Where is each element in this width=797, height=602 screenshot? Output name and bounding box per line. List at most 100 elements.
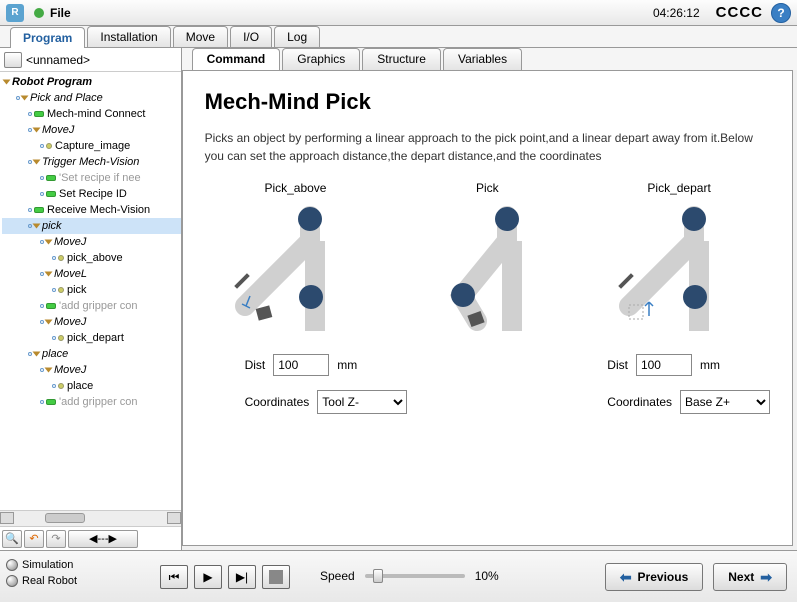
diagram-label-depart: Pick_depart <box>588 181 770 195</box>
speed-slider[interactable] <box>365 574 465 578</box>
sub-tab-variables[interactable]: Variables <box>443 48 522 70</box>
tree-node[interactable]: 'add gripper con <box>2 298 181 314</box>
tree-node[interactable]: MoveL <box>2 266 181 282</box>
program-tree[interactable]: Robot ProgramPick and PlaceMech-mind Con… <box>0 72 181 510</box>
diagram-label-pick: Pick <box>396 181 578 195</box>
tree-node[interactable]: pick_above <box>2 250 181 266</box>
move-step-button[interactable]: ◀---▶ <box>68 530 138 548</box>
tri-icon <box>45 368 53 373</box>
previous-button[interactable]: ⬅Previous <box>605 563 703 591</box>
grn-icon <box>34 111 44 117</box>
depart-dist-input[interactable] <box>636 354 692 376</box>
speed-value: 10% <box>475 569 499 583</box>
tree-node[interactable]: Robot Program <box>2 74 181 90</box>
tree-node[interactable]: MoveJ <box>2 234 181 250</box>
rewind-button[interactable]: ⏮ <box>160 565 188 589</box>
unit-mm: mm <box>700 358 720 372</box>
tree-label: place <box>42 346 68 362</box>
tree-label: Mech-mind Connect <box>47 106 145 122</box>
help-button[interactable]: ? <box>771 3 791 23</box>
real-robot-radio[interactable] <box>6 575 18 587</box>
tri-icon <box>33 224 41 229</box>
approach-coord-select[interactable]: Tool Z- <box>317 390 407 414</box>
tree-node[interactable]: pick_depart <box>2 330 181 346</box>
coord-label-depart: Coordinates <box>607 395 672 409</box>
main-tab-program[interactable]: Program <box>10 27 85 48</box>
tree-label: pick_depart <box>67 330 124 346</box>
dot-icon <box>58 383 64 389</box>
tree-node[interactable]: Mech-mind Connect <box>2 106 181 122</box>
redo-button[interactable]: ↷ <box>46 530 66 548</box>
unit-mm: mm <box>337 358 357 372</box>
tri-icon <box>33 128 41 133</box>
grn-icon <box>46 191 56 197</box>
tri-icon <box>21 96 29 101</box>
search-button[interactable]: 🔍 <box>2 530 22 548</box>
tree-node[interactable]: 'Set recipe if nee <box>2 170 181 186</box>
approach-dist-input[interactable] <box>273 354 329 376</box>
tree-node[interactable]: MoveJ <box>2 362 181 378</box>
footer-bar: Simulation Real Robot ⏮ ▶ ▶| Speed 10% ⬅… <box>0 550 797 602</box>
grn-icon <box>46 175 56 181</box>
tri-icon <box>3 80 11 85</box>
tri-icon <box>33 352 41 357</box>
main-tab-move[interactable]: Move <box>173 26 228 47</box>
tree-label: Set Recipe ID <box>59 186 127 202</box>
tree-label: MoveJ <box>42 122 74 138</box>
clock: 04:26:12 <box>653 6 700 20</box>
real-robot-label: Real Robot <box>22 575 77 587</box>
tree-node[interactable]: MoveJ <box>2 122 181 138</box>
tree-label: 'add gripper con <box>59 298 138 314</box>
tree-node[interactable]: Set Recipe ID <box>2 186 181 202</box>
tree-node[interactable]: 'add gripper con <box>2 394 181 410</box>
sub-tab-structure[interactable]: Structure <box>362 48 441 70</box>
tree-node[interactable]: place <box>2 346 181 362</box>
play-button[interactable]: ▶ <box>194 565 222 589</box>
tree-node[interactable]: Capture_image <box>2 138 181 154</box>
tree-node[interactable]: Trigger Mech-Vision <box>2 154 181 170</box>
tri-icon <box>45 272 53 277</box>
tree-label: Trigger Mech-Vision <box>42 154 139 170</box>
simulation-radio[interactable] <box>6 559 18 571</box>
command-tabs: CommandGraphicsStructureVariables <box>182 48 797 70</box>
dot-icon <box>46 143 52 149</box>
next-button[interactable]: Next➡ <box>713 563 787 591</box>
tree-node[interactable]: place <box>2 378 181 394</box>
tree-node[interactable]: pick <box>2 282 181 298</box>
tri-icon <box>45 240 53 245</box>
tri-icon <box>33 160 41 165</box>
save-icon[interactable] <box>4 52 22 68</box>
dot-icon <box>58 287 64 293</box>
tree-label: Robot Program <box>12 74 92 90</box>
tree-label: pick <box>67 282 87 298</box>
main-tab-log[interactable]: Log <box>274 26 320 47</box>
sub-tab-command[interactable]: Command <box>192 48 281 70</box>
depart-coord-select[interactable]: Base Z+ <box>680 390 770 414</box>
dist-label-depart: Dist <box>607 358 628 372</box>
tree-label: Capture_image <box>55 138 130 154</box>
robot-depart-icon <box>599 201 759 331</box>
tree-label: MoveJ <box>54 362 86 378</box>
simulation-label: Simulation <box>22 559 73 571</box>
tree-node[interactable]: pick <box>2 218 181 234</box>
tree-node[interactable]: Receive Mech-Vision <box>2 202 181 218</box>
ur-logo-icon: R <box>6 4 24 22</box>
command-description: Picks an object by performing a linear a… <box>205 129 770 165</box>
main-tab-i/o[interactable]: I/O <box>230 26 272 47</box>
stop-button[interactable] <box>262 565 290 589</box>
main-tab-installation[interactable]: Installation <box>87 26 170 47</box>
grn-icon <box>34 207 44 213</box>
coord-label-approach: Coordinates <box>245 395 310 409</box>
undo-button[interactable]: ↶ <box>24 530 44 548</box>
tree-node[interactable]: MoveJ <box>2 314 181 330</box>
step-button[interactable]: ▶| <box>228 565 256 589</box>
file-menu[interactable]: File <box>50 6 71 20</box>
tree-label: pick_above <box>67 250 123 266</box>
robot-approach-icon <box>215 201 375 331</box>
horizontal-scrollbar[interactable] <box>0 510 181 526</box>
dot-icon <box>58 335 64 341</box>
sub-tab-graphics[interactable]: Graphics <box>282 48 360 70</box>
tree-node[interactable]: Pick and Place <box>2 90 181 106</box>
tree-label: Receive Mech-Vision <box>47 202 150 218</box>
command-title: Mech-Mind Pick <box>205 89 770 115</box>
